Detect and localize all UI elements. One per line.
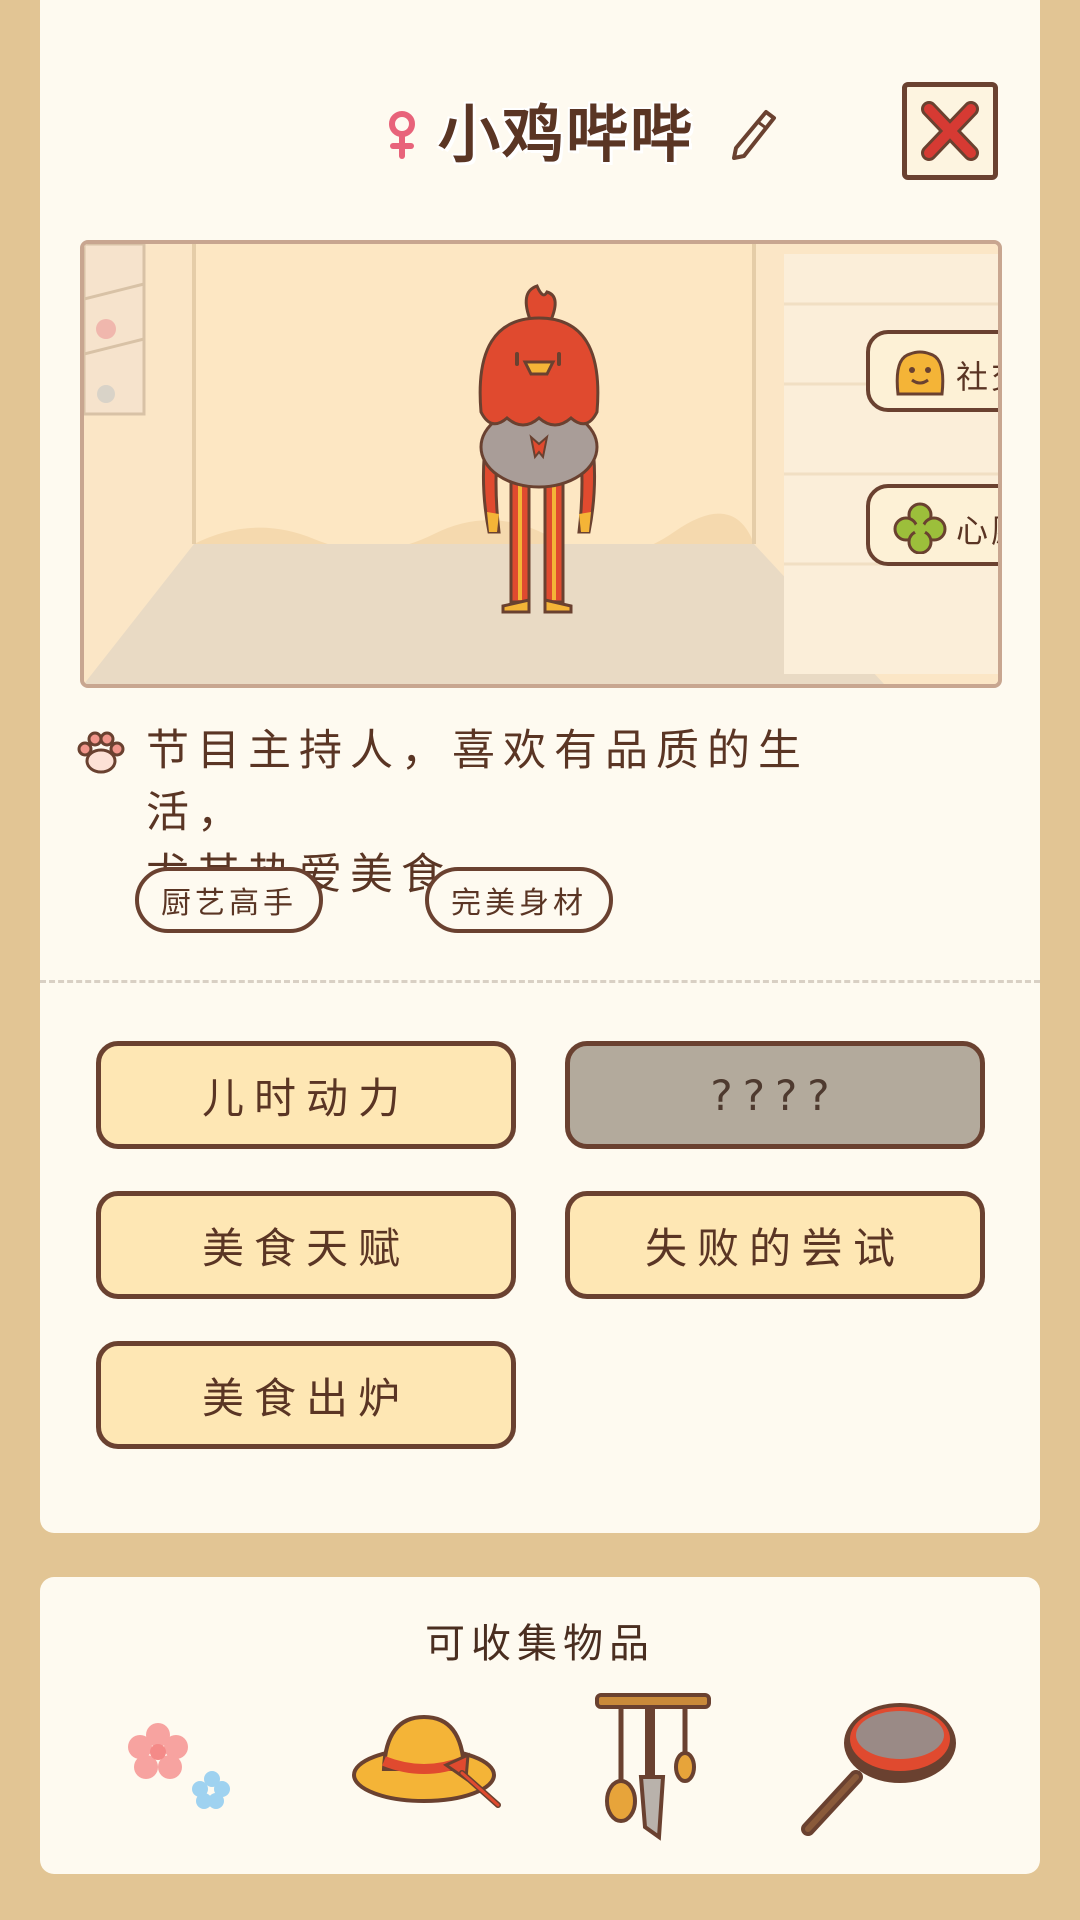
story-button-childhood-motivation[interactable]: 儿时动力 [96,1041,516,1149]
clover-icon [893,502,947,554]
frying-pan-icon[interactable] [800,1697,960,1837]
trait-tag-body[interactable]: 完美身材 [425,867,613,933]
social-icon [895,350,945,396]
paw-icon [77,731,125,774]
wish-label: 心愿 [956,512,998,550]
flowers-icon[interactable] [124,1717,234,1817]
wish-button[interactable]: 心愿 [866,484,998,566]
trait-tag-cooking[interactable]: 厨艺高手 [135,867,323,933]
straw-hat-icon[interactable] [350,1707,510,1817]
social-button[interactable]: 社交 [866,330,998,412]
story-button-food-talent[interactable]: 美食天赋 [96,1191,516,1299]
section-divider [40,980,1040,983]
chicken-character[interactable] [459,282,619,642]
kitchen-utensils-icon[interactable] [593,1687,723,1847]
collectibles-title: 可收集物品 [425,1621,655,1667]
close-icon [921,101,979,161]
story-button-locked[interactable]: ???? [565,1041,985,1149]
close-button[interactable] [902,82,998,180]
collectibles-card: 可收集物品 [40,1577,1040,1874]
character-scene: 社交 心愿 [80,240,1002,688]
story-button-food-out-of-oven[interactable]: 美食出炉 [96,1341,516,1449]
edit-name-pencil-icon[interactable] [728,106,778,162]
description-line-1: 节目主持人，喜欢有品质的生活， [146,726,809,838]
female-icon [389,111,415,159]
character-profile-card: 小鸡哔哔 社 心 节目主持人，喜欢有品质的生活， 尤其热爱美食。 厨艺高手 完美… [40,0,1040,1533]
story-button-failed-attempt[interactable]: 失败的尝试 [565,1191,985,1299]
social-label: 社交 [956,358,998,396]
character-name: 小鸡哔哔 [438,98,695,171]
profile-header: 小鸡哔哔 [40,90,1040,180]
